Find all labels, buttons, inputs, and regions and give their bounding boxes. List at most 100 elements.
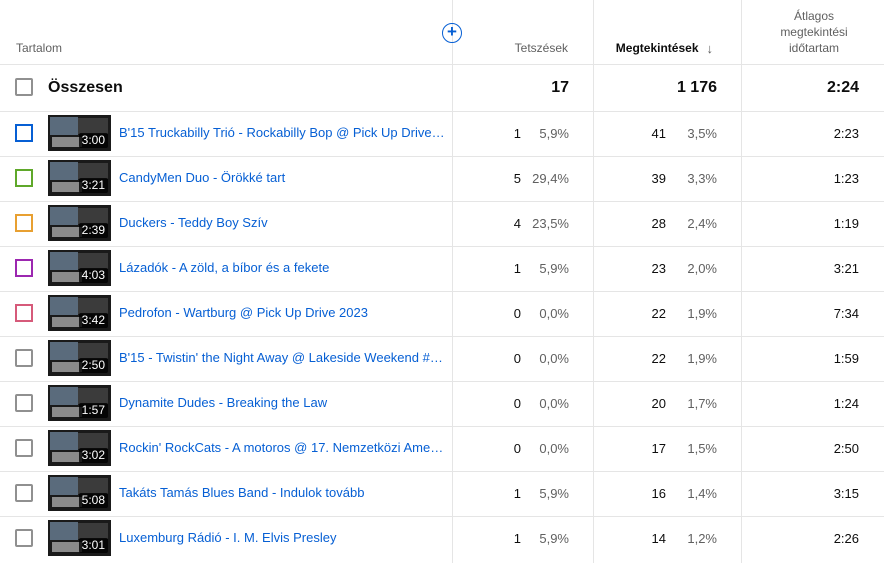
thumbnail-image	[52, 227, 82, 237]
arrow-down-icon: ↓	[706, 41, 714, 56]
video-thumbnail[interactable]: 2:50	[48, 340, 111, 376]
views-value: 41	[651, 126, 666, 141]
video-title-link[interactable]: Luxemburg Rádió - I. M. Elvis Presley	[119, 530, 445, 545]
video-thumbnail[interactable]: 5:08	[48, 475, 111, 511]
thumbnail-image	[50, 387, 78, 405]
thumbnail-image	[50, 117, 78, 135]
views-value: 22	[651, 351, 666, 366]
add-column-button[interactable]: +	[442, 23, 462, 43]
thumbnail-image	[52, 182, 82, 192]
video-thumbnail[interactable]: 4:03	[48, 250, 111, 286]
thumbnail-image	[78, 298, 108, 314]
video-title-link[interactable]: Rockin' RockCats - A motoros @ 17. Nemze…	[119, 440, 445, 455]
total-avg-duration: 2:24	[826, 79, 859, 96]
thumbnail-image	[50, 207, 78, 225]
thumbnail-image	[78, 523, 108, 539]
likes-value: 5	[513, 171, 521, 186]
video-duration: 2:50	[78, 358, 108, 373]
plus-circle-icon: +	[447, 22, 457, 41]
likes-value: 1	[513, 486, 521, 501]
likes-value: 4	[513, 216, 521, 231]
header-views[interactable]: Megtekintések ↓	[616, 41, 713, 56]
video-title-link[interactable]: Lázadók - A zöld, a bíbor és a fekete	[119, 260, 445, 275]
thumbnail-image	[78, 388, 108, 404]
analytics-table: Tartalom + Tetszések Megtekintések ↓ Átl…	[0, 0, 884, 563]
views-value: 28	[651, 216, 666, 231]
row-select-checkbox[interactable]	[15, 349, 33, 367]
video-duration: 3:01	[78, 538, 108, 553]
row-select-checkbox[interactable]	[15, 169, 33, 187]
thumbnail-image	[50, 477, 78, 495]
table-row[interactable]: 3:01 Luxemburg Rádió - I. M. Elvis Presl…	[0, 516, 884, 561]
thumbnail-image	[52, 272, 82, 282]
thumbnail-image	[52, 362, 82, 372]
views-percent: 2,0%	[687, 261, 717, 276]
views-percent: 2,4%	[687, 216, 717, 231]
views-percent: 3,3%	[687, 171, 717, 186]
video-title-link[interactable]: B'15 Truckabilly Trió - Rockabilly Bop @…	[119, 125, 445, 140]
table-row[interactable]: 2:50 B'15 - Twistin' the Night Away @ La…	[0, 336, 884, 381]
likes-percent: 5,9%	[539, 531, 569, 546]
video-duration: 3:02	[78, 448, 108, 463]
video-thumbnail[interactable]: 1:57	[48, 385, 111, 421]
views-percent: 3,5%	[687, 126, 717, 141]
thumbnail-image	[52, 407, 82, 417]
table-row[interactable]: 1:57 Dynamite Dudes - Breaking the Law 0…	[0, 381, 884, 426]
likes-percent: 23,5%	[532, 216, 569, 231]
thumbnail-image	[52, 137, 82, 147]
video-duration: 3:21	[78, 178, 108, 193]
likes-percent: 0,0%	[539, 306, 569, 321]
table-row[interactable]: 3:42 Pedrofon - Wartburg @ Pick Up Drive…	[0, 291, 884, 336]
row-select-checkbox[interactable]	[15, 304, 33, 322]
video-thumbnail[interactable]: 2:39	[48, 205, 111, 241]
thumbnail-image	[50, 342, 78, 360]
video-title-link[interactable]: Pedrofon - Wartburg @ Pick Up Drive 2023	[119, 305, 445, 320]
row-select-checkbox[interactable]	[15, 214, 33, 232]
row-select-checkbox[interactable]	[15, 394, 33, 412]
avg-duration-value: 3:21	[833, 261, 859, 276]
views-value: 22	[651, 306, 666, 321]
header-avg-duration[interactable]: Átlagos megtekintési időtartam	[769, 8, 859, 56]
thumbnail-image	[52, 497, 82, 507]
views-percent: 1,9%	[687, 351, 717, 366]
views-percent: 1,4%	[687, 486, 717, 501]
thumbnail-image	[78, 343, 108, 359]
table-row[interactable]: 2:39 Duckers - Teddy Boy Szív 4 23,5% 28…	[0, 201, 884, 246]
video-thumbnail[interactable]: 3:00	[48, 115, 111, 151]
thumbnail-image	[52, 317, 82, 327]
video-thumbnail[interactable]: 3:01	[48, 520, 111, 556]
thumbnail-image	[78, 118, 108, 134]
row-select-checkbox[interactable]	[15, 259, 33, 277]
video-title-link[interactable]: Takáts Tamás Blues Band - Indulok tovább	[119, 485, 445, 500]
video-title-link[interactable]: CandyMen Duo - Örökké tart	[119, 170, 445, 185]
video-title-link[interactable]: Dynamite Dudes - Breaking the Law	[119, 395, 445, 410]
video-thumbnail[interactable]: 3:42	[48, 295, 111, 331]
table-row[interactable]: 3:02 Rockin' RockCats - A motoros @ 17. …	[0, 426, 884, 471]
header-likes[interactable]: Tetszések	[515, 41, 568, 56]
row-select-checkbox[interactable]	[15, 124, 33, 142]
views-percent: 1,5%	[687, 441, 717, 456]
row-select-checkbox[interactable]	[15, 529, 33, 547]
header-content[interactable]: Tartalom	[16, 41, 62, 56]
likes-value: 0	[513, 351, 521, 366]
avg-duration-value: 7:34	[833, 306, 859, 321]
video-title-link[interactable]: B'15 - Twistin' the Night Away @ Lakesid…	[119, 350, 445, 365]
table-row[interactable]: 3:00 B'15 Truckabilly Trió - Rockabilly …	[0, 111, 884, 156]
video-thumbnail[interactable]: 3:02	[48, 430, 111, 466]
likes-percent: 5,9%	[539, 486, 569, 501]
views-value: 20	[651, 396, 666, 411]
total-row: Összesen 17 1 176 2:24	[0, 64, 884, 111]
table-row[interactable]: 4:03 Lázadók - A zöld, a bíbor és a feke…	[0, 246, 884, 291]
video-title-link[interactable]: Duckers - Teddy Boy Szív	[119, 215, 445, 230]
views-value: 17	[651, 441, 666, 456]
avg-duration-value: 1:19	[833, 216, 859, 231]
thumbnail-image	[50, 162, 78, 180]
row-select-checkbox[interactable]	[15, 439, 33, 457]
avg-duration-value: 2:26	[833, 531, 859, 546]
video-duration: 1:57	[78, 403, 108, 418]
video-thumbnail[interactable]: 3:21	[48, 160, 111, 196]
row-select-checkbox[interactable]	[15, 484, 33, 502]
select-all-checkbox[interactable]	[15, 78, 33, 96]
table-row[interactable]: 3:21 CandyMen Duo - Örökké tart 5 29,4% …	[0, 156, 884, 201]
table-row[interactable]: 5:08 Takáts Tamás Blues Band - Indulok t…	[0, 471, 884, 516]
